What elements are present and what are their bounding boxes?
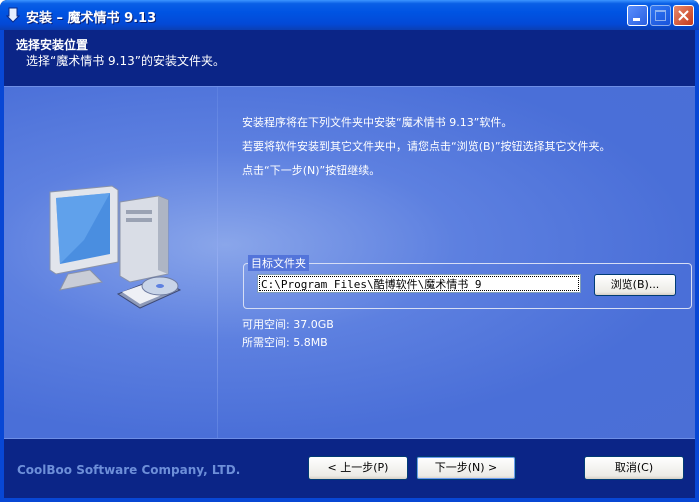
- target-folder-label: 目标文件夹: [248, 255, 309, 271]
- browse-button[interactable]: 浏览(B)...: [594, 274, 676, 296]
- minimize-button[interactable]: [627, 5, 648, 26]
- maximize-button: [650, 5, 671, 26]
- info-line-3: 点击“下一步(N)”按钮继续。: [242, 164, 381, 177]
- side-divider: [217, 87, 218, 438]
- page-subtitle: 选择“魔术情书 9.13”的安装文件夹。: [26, 54, 225, 68]
- minimize-icon: [633, 18, 640, 21]
- company-brand: CoolBoo Software Company, LTD.: [17, 463, 241, 477]
- space-required: 所需空间: 5.8MB: [242, 336, 328, 349]
- footer-bar: CoolBoo Software Company, LTD. < 上一步(P) …: [4, 438, 695, 498]
- computer-cd-illustration: [40, 182, 190, 326]
- back-button[interactable]: < 上一步(P): [308, 456, 408, 480]
- installer-window: 安装 – 魔术情书 9.13 选择安装位置 选择“魔术情书 9.13”的安装文件…: [0, 0, 699, 502]
- title-bar[interactable]: 安装 – 魔术情书 9.13: [0, 0, 699, 30]
- frame-bottom: [0, 498, 699, 502]
- next-button[interactable]: 下一步(N) >: [416, 456, 516, 480]
- close-icon: [678, 10, 689, 21]
- window-title: 安装 – 魔术情书 9.13: [26, 11, 157, 26]
- footer-divider: [4, 438, 695, 439]
- space-available: 可用空间: 37.0GB: [242, 318, 334, 331]
- install-path-input[interactable]: [257, 274, 581, 293]
- content-panel: 安装程序将在下列文件夹中安装“魔术情书 9.13”软件。 若要将软件安装到其它文…: [4, 87, 695, 438]
- page-title: 选择安装位置: [16, 38, 89, 52]
- frame-right: [695, 30, 699, 502]
- close-button[interactable]: [673, 5, 694, 26]
- info-line-1: 安装程序将在下列文件夹中安装“魔术情书 9.13”软件。: [242, 116, 513, 129]
- maximize-icon: [655, 10, 666, 21]
- page-header: 选择安装位置 选择“魔术情书 9.13”的安装文件夹。: [4, 30, 695, 86]
- cancel-button[interactable]: 取消(C): [584, 456, 684, 480]
- info-line-2: 若要将软件安装到其它文件夹中，请您点击“浏览(B)”按钮选择其它文件夹。: [242, 140, 611, 153]
- installer-icon: [5, 7, 21, 23]
